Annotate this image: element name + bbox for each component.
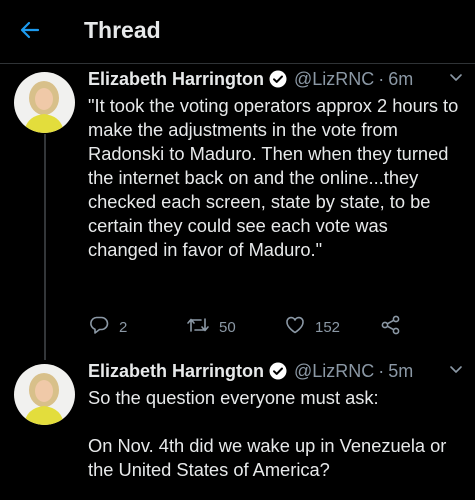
tweet-timestamp[interactable]: 5m: [388, 361, 413, 382]
more-options-button[interactable]: [445, 68, 467, 90]
author-name[interactable]: Elizabeth Harrington: [88, 361, 264, 382]
tweet-header: Elizabeth Harrington @LizRNC · 5m: [88, 358, 413, 384]
retweet-button[interactable]: 50: [186, 314, 236, 340]
retweet-count: 50: [219, 318, 236, 336]
author-name[interactable]: Elizabeth Harrington: [88, 69, 264, 90]
back-button[interactable]: [12, 14, 48, 50]
reply-button[interactable]: 2: [88, 314, 127, 340]
author-handle[interactable]: @LizRNC: [294, 69, 374, 90]
tweet-text: "It took the voting operators approx 2 h…: [88, 95, 464, 260]
page-title: Thread: [84, 17, 161, 43]
top-bar: Thread: [0, 0, 475, 64]
more-options-button[interactable]: [445, 360, 467, 382]
share-button[interactable]: [380, 314, 402, 340]
verified-badge-icon: [269, 70, 287, 88]
tweet-header: Elizabeth Harrington @LizRNC · 6m: [88, 66, 413, 92]
avatar[interactable]: [14, 72, 75, 133]
tweet-timestamp[interactable]: 6m: [388, 69, 413, 90]
share-icon: [380, 314, 402, 340]
tweet-actions: 2 50 152: [88, 314, 428, 340]
like-button[interactable]: 152: [284, 314, 340, 340]
chevron-down-icon: [448, 361, 464, 382]
reply-count: 2: [119, 318, 128, 336]
tweet-text: So the question everyone must ask: On No…: [88, 387, 447, 480]
like-count: 152: [315, 318, 341, 336]
retweet-icon: [186, 314, 210, 340]
separator-dot: ·: [378, 68, 385, 89]
verified-badge-icon: [269, 362, 287, 380]
reply-icon: [88, 314, 110, 340]
back-arrow-icon: [18, 18, 42, 47]
chevron-down-icon: [448, 69, 464, 90]
author-handle[interactable]: @LizRNC: [294, 361, 374, 382]
separator-dot: ·: [378, 360, 385, 381]
heart-icon: [284, 314, 306, 340]
thread-connector-line: [44, 134, 46, 360]
avatar[interactable]: [14, 364, 75, 425]
